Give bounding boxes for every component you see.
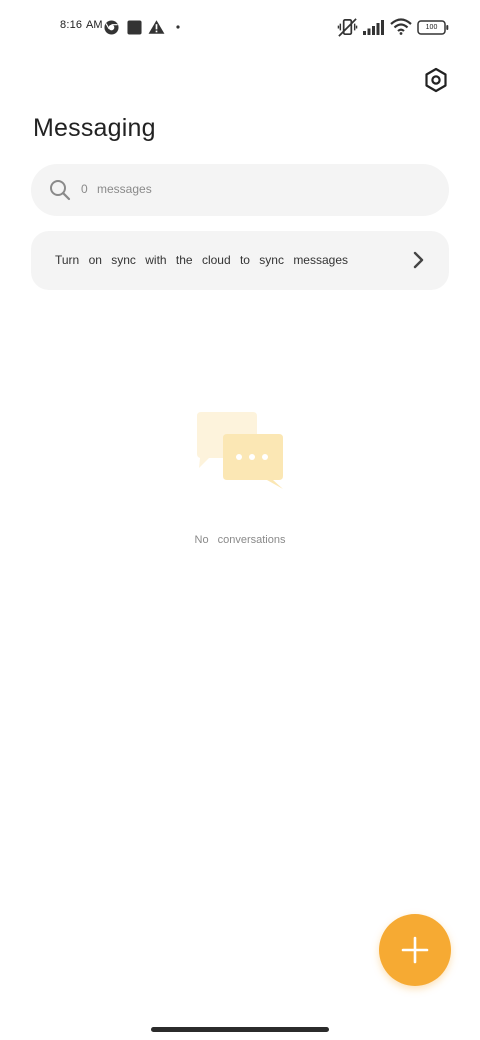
settings-button[interactable] [420,64,452,96]
battery-level: 100 [425,24,438,31]
home-indicator[interactable] [151,1027,329,1032]
status-time: 8:16 [60,19,83,31]
status-bar: 8:16 AM 100 [0,0,480,56]
sync-banner[interactable]: Turn on sync with the cloud to sync mess… [31,231,449,290]
wifi-icon [390,18,412,35]
dot-icon [176,25,180,29]
settings-hexagon-icon [425,67,447,93]
chevron-right-icon [413,251,424,269]
sync-banner-text: Turn on sync with the cloud to sync mess… [55,253,349,267]
plus-icon [401,936,429,964]
page-title: Messaging [33,114,156,142]
square-app-icon [127,20,142,35]
status-ampm: AM [86,19,103,31]
vibrate-mute-icon [337,18,358,37]
search-input[interactable]: 0 messages [31,164,449,216]
alert-triangle-icon [148,20,165,34]
new-conversation-button[interactable] [379,914,451,986]
chat-bubbles-icon [197,412,283,489]
search-placeholder: 0 messages [81,182,152,196]
signal-icon [363,20,384,35]
empty-state-text: No conversations [194,534,286,546]
search-icon [50,180,71,201]
messaging-screen: 8:16 AM 100 Messaging 0 messages Turn on… [0,0,480,1040]
chrome-icon [104,20,119,35]
